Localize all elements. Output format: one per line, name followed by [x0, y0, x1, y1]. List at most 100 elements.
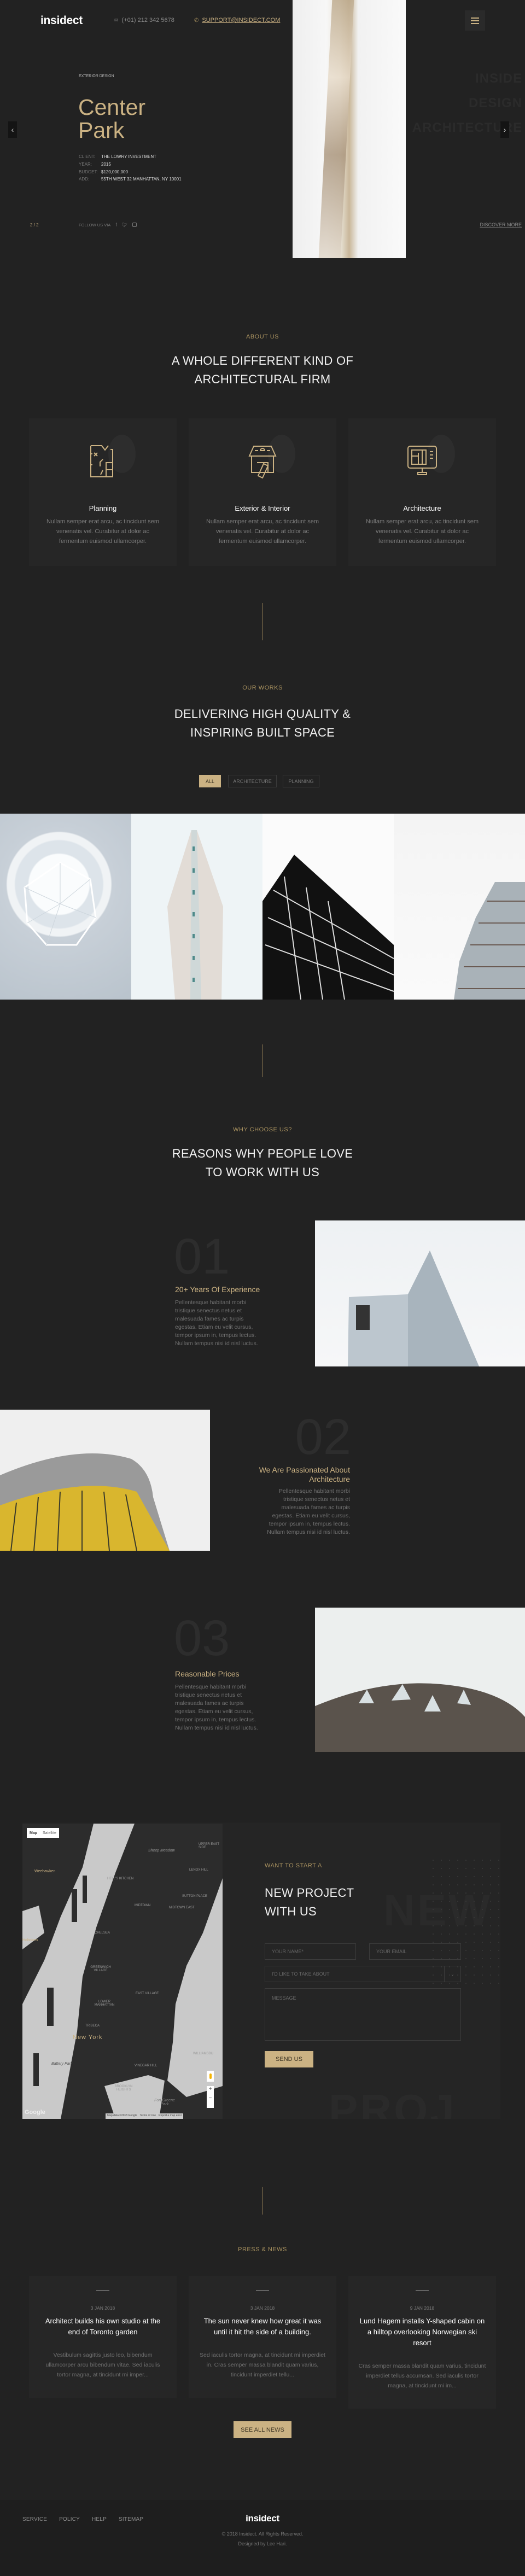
map-label: UPPER EAST SIDE	[199, 1843, 219, 1849]
section-divider	[262, 603, 263, 640]
about-heading: A WHOLE DIFFERENT KIND OF ARCHITECTURAL F…	[171, 354, 354, 386]
service-card-exterior-interior: Exterior & Interior Nullam semper erat a…	[189, 418, 336, 566]
instagram-icon[interactable]	[132, 223, 137, 227]
gallery-item-2[interactable]	[131, 814, 262, 1000]
office-tower-graphic	[454, 882, 525, 1000]
news-desc: Cras semper massa blandit quam varius, t…	[358, 2363, 486, 2389]
discover-more-link[interactable]: DISCOVER MORE	[480, 222, 522, 227]
map-tiles	[22, 1824, 223, 2119]
news-date: 9 JAN 2018	[410, 2305, 435, 2311]
reasons-label: WHY CHOOSE US?	[233, 1126, 292, 1133]
service-card-planning: Planning Nullam semper erat arcu, ac tin…	[29, 418, 177, 566]
floor-plan-icon	[90, 445, 113, 477]
message-textarea[interactable]: MESSAGE	[265, 1988, 461, 2041]
email-link[interactable]: SUPPORT@INSIDECT.COM	[202, 17, 280, 24]
section-divider	[262, 2187, 263, 2215]
news-date: 3 JAN 2018	[90, 2305, 115, 2311]
footer-logo[interactable]: insidect	[0, 2513, 525, 2524]
section-divider	[262, 1044, 263, 1077]
hero-title: Center Park	[78, 95, 146, 143]
map-label: LOWER MANHATTAN	[94, 2000, 115, 2007]
google-logo: Google	[25, 2109, 45, 2116]
map-label: Weehawken	[34, 1870, 56, 1873]
reason-number: 02	[295, 1409, 351, 1465]
news-title[interactable]: The sun never knew how great it was unti…	[200, 2316, 325, 2338]
reason-desc: Pellentesque habitant morbi tristique se…	[267, 1488, 350, 1535]
phone-number: (+01) 212 342 5678	[121, 17, 174, 24]
header-logo[interactable]: insidect	[40, 14, 83, 27]
map-label: SUTTON PLACE	[182, 1895, 207, 1898]
contact-label: WANT TO START A	[265, 1862, 322, 1869]
reason-title: We Are Passionated About Architecture	[259, 1465, 350, 1483]
map-type-control[interactable]: Map Satellite	[27, 1828, 59, 1838]
map-label: BROOKLYN HEIGHTS	[114, 2085, 133, 2092]
works-label: OUR WORKS	[242, 685, 283, 691]
map-type-satellite[interactable]: Satellite	[40, 1831, 59, 1835]
map-attribution: Map data ©2018 Google Terms of Use Report …	[106, 2113, 184, 2119]
hamburger-menu-button[interactable]	[465, 10, 485, 31]
map-label: VINEGAR HILL	[135, 2064, 158, 2067]
gallery-item-4[interactable]	[394, 814, 525, 1000]
zoom-controls[interactable]: + −	[207, 2086, 214, 2108]
header-email[interactable]: ✆ SUPPORT@INSIDECT.COM	[194, 17, 280, 24]
see-all-news-button[interactable]: SEE ALL NEWS	[234, 2421, 291, 2438]
filter-all[interactable]: ALL	[199, 775, 221, 787]
about-label: ABOUT US	[246, 334, 279, 340]
news-title[interactable]: Lund Hagem installs Y-shaped cabin on a …	[359, 2316, 485, 2349]
map-label: MIDTOWN EAST	[169, 1906, 195, 1909]
news-card[interactable]: 3 JAN 2018 Architect builds his own stud…	[29, 2276, 177, 2398]
hamburger-icon	[471, 17, 479, 19]
map-label: EAST VILLAGE	[136, 1992, 159, 1995]
filter-architecture[interactable]: ARCHITECTURE	[228, 775, 277, 787]
news-desc: Sed iaculis tortor magna, at tincidunt m…	[200, 2352, 325, 2378]
contact-heading: NEW PROJECT WITH US	[265, 1886, 354, 1918]
news-card[interactable]: 3 JAN 2018 The sun never knew how great …	[189, 2276, 336, 2398]
map[interactable]: Map Satellite Weehawken Hoboken HELL'S K…	[22, 1824, 223, 2119]
zoom-in-button[interactable]: +	[207, 2086, 214, 2092]
hero-watermark-line-2: DESIGN	[468, 96, 522, 110]
prev-slide-button[interactable]: ‹	[8, 121, 17, 138]
facebook-icon[interactable]: f	[115, 222, 117, 227]
reason-image-3	[315, 1608, 525, 1752]
map-label: CHELSEA	[95, 1931, 110, 1935]
twitter-icon[interactable]: 🐦︎	[122, 223, 127, 227]
news-title[interactable]: Architect builds his own studio at the e…	[40, 2316, 166, 2338]
map-label: WILLIAMSBU	[193, 2052, 214, 2055]
next-slide-button[interactable]: ›	[500, 121, 509, 138]
pegman-icon[interactable]	[207, 2071, 214, 2082]
reason-title: 20+ Years Of Experience	[175, 1285, 260, 1294]
header-phone[interactable]: ✉ (+01) 212 342 5678	[114, 17, 174, 24]
glass-tower-graphic	[262, 855, 394, 1000]
reason-desc: Pellentesque habitant morbi tristique se…	[175, 1684, 258, 1731]
map-type-map[interactable]: Map	[27, 1831, 40, 1835]
filter-planning[interactable]: PLANNING	[283, 775, 319, 787]
monitor-blueprint-icon	[407, 446, 437, 475]
flatiron-graphic	[167, 830, 223, 1000]
slide-counter: 2 / 2	[30, 223, 39, 227]
reason-image-1	[315, 1220, 525, 1366]
news-desc: Vestibulum sagittis justo leo, bibendum …	[45, 2352, 160, 2378]
hero-image	[293, 0, 406, 258]
gallery-item-1[interactable]	[0, 814, 131, 1000]
name-input[interactable]: YOUR NAME*	[265, 1943, 356, 1960]
terms-link[interactable]: Terms of Use	[140, 2114, 156, 2118]
map-label: TRIBECA	[85, 2024, 100, 2028]
gallery-item-3[interactable]	[262, 814, 394, 1000]
news-card[interactable]: 9 JAN 2018 Lund Hagem installs Y-shaped …	[348, 2276, 496, 2409]
designer-credit: Designed by Lee Hari.	[238, 2541, 287, 2546]
reason-number: 01	[174, 1229, 230, 1284]
reason-desc: Pellentesque habitant morbi tristique se…	[175, 1299, 258, 1347]
map-label: Sheep Meadow	[148, 1849, 175, 1853]
works-heading: DELIVERING HIGH QUALITY & INSPIRING BUILT…	[174, 707, 351, 739]
zoom-out-button[interactable]: −	[207, 2095, 214, 2101]
follow-us: FOLLOW US VIA f 🐦︎	[79, 222, 137, 227]
reasons-heading: REASONS WHY PEOPLE LOVE TO WORK WITH US	[172, 1147, 353, 1179]
service-card-architecture: Architecture Nullam semper erat arcu, ac…	[348, 418, 496, 566]
map-label: Hoboken	[22, 1938, 38, 1942]
envelope-icon: ✉	[114, 17, 119, 23]
map-label: GREENWICH VILLAGE	[90, 1966, 111, 1972]
contact-watermark-bottom: PROJ	[329, 2086, 457, 2119]
send-button[interactable]: SEND US	[265, 2051, 313, 2067]
report-link[interactable]: Report a map error	[159, 2114, 182, 2118]
map-label: MIDTOWN	[135, 1904, 151, 1907]
